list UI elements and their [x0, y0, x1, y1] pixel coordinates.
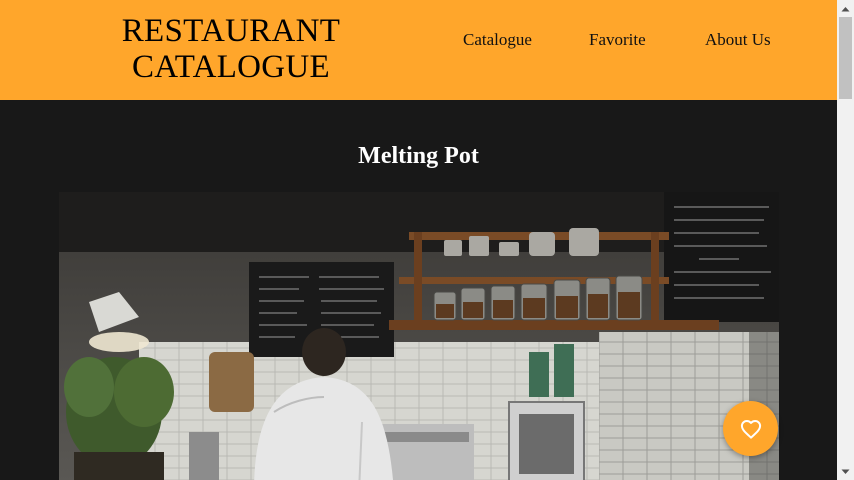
main-nav: Catalogue Favorite About Us [0, 30, 837, 50]
nav-about-us-link[interactable]: About Us [705, 30, 771, 50]
brand-line-2: CATALOGUE [131, 49, 331, 85]
page-viewport: RESTAURANT CATALOGUE Catalogue Favorite … [0, 0, 837, 480]
vertical-scrollbar[interactable] [837, 0, 854, 480]
chevron-down-icon [841, 469, 850, 474]
heart-icon [740, 419, 761, 439]
favorite-button[interactable] [723, 401, 778, 456]
scroll-up-button[interactable] [837, 0, 854, 17]
app-header: RESTAURANT CATALOGUE Catalogue Favorite … [0, 0, 837, 100]
restaurant-photo [59, 192, 779, 480]
nav-catalogue-link[interactable]: Catalogue [463, 30, 532, 50]
restaurant-image [59, 192, 779, 480]
scroll-down-button[interactable] [837, 463, 854, 480]
scrollbar-thumb[interactable] [839, 17, 852, 99]
nav-favorite-link[interactable]: Favorite [589, 30, 646, 50]
restaurant-name: Melting Pot [358, 143, 479, 169]
chevron-up-icon [841, 6, 850, 11]
